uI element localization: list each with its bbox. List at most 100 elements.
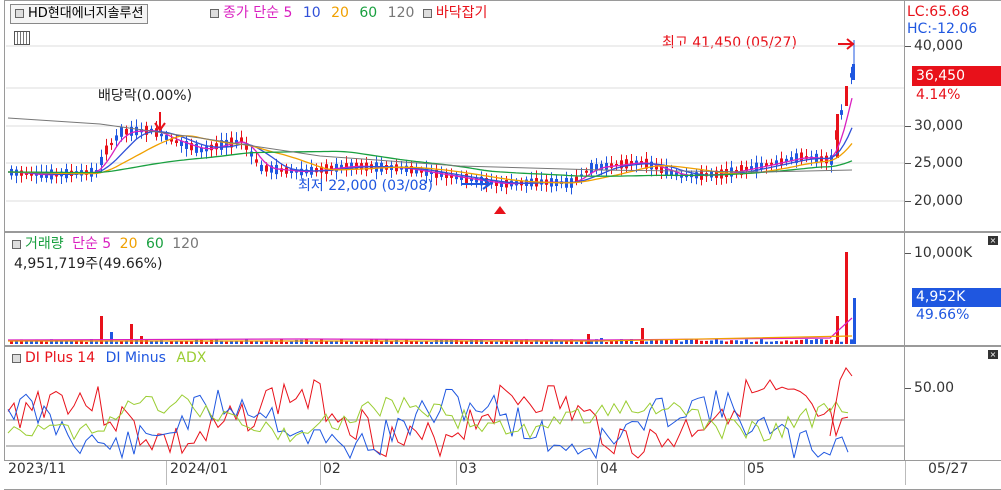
candle-body bbox=[160, 133, 163, 137]
volume-bar bbox=[675, 339, 678, 344]
volume-bar bbox=[405, 339, 408, 344]
volume-bar bbox=[95, 341, 98, 344]
candle-body bbox=[760, 162, 763, 170]
candle-body bbox=[115, 135, 118, 141]
candle-body bbox=[260, 164, 263, 172]
volume-bar bbox=[375, 339, 378, 344]
volume-bar bbox=[355, 341, 358, 344]
candle-body bbox=[110, 142, 113, 146]
candle-body bbox=[265, 165, 268, 172]
volume-bar bbox=[540, 341, 543, 344]
volume-bar bbox=[800, 339, 803, 344]
volume-bar bbox=[340, 339, 343, 344]
volume-bar bbox=[700, 340, 703, 344]
volume-bar bbox=[165, 341, 168, 344]
volume-bar bbox=[820, 339, 823, 344]
volume-bar bbox=[750, 341, 753, 344]
volume-bar bbox=[775, 341, 778, 344]
volume-bar bbox=[205, 341, 208, 344]
volume-bar bbox=[280, 339, 283, 344]
volume-bar bbox=[765, 341, 768, 344]
candle-body bbox=[255, 159, 258, 163]
volume-bar bbox=[235, 341, 238, 344]
candle-body bbox=[210, 144, 213, 151]
stock-chart-window: HD현대에너지솔루션 종가 단순 5 10 20 60 120 바닥잡기 배당락… bbox=[0, 0, 1001, 490]
volume-bar bbox=[500, 341, 503, 344]
volume-bar bbox=[740, 341, 743, 344]
volume-bar bbox=[715, 339, 718, 344]
volume-ma5-line bbox=[7, 317, 853, 341]
volume-bar bbox=[645, 341, 648, 344]
candle-body bbox=[625, 159, 628, 169]
volume-bar bbox=[690, 339, 693, 344]
volume-bar bbox=[575, 341, 578, 344]
volume-bar bbox=[420, 341, 423, 344]
candle-body bbox=[585, 170, 588, 173]
candle-body bbox=[650, 161, 653, 170]
volume-bar-spike bbox=[587, 334, 590, 344]
volume-bar bbox=[285, 341, 288, 344]
candle-body bbox=[105, 145, 108, 155]
volume-bar bbox=[135, 339, 138, 344]
volume-bar bbox=[730, 340, 733, 344]
volume-bar bbox=[725, 341, 728, 344]
volume-bar bbox=[170, 341, 173, 344]
volume-bar bbox=[275, 341, 278, 344]
volume-bar bbox=[735, 340, 738, 344]
volume-bar bbox=[515, 339, 518, 344]
volume-bar bbox=[255, 341, 258, 344]
volume-bar bbox=[185, 341, 188, 344]
volume-bar bbox=[485, 341, 488, 344]
volume-bar bbox=[345, 341, 348, 344]
candle-body bbox=[845, 86, 848, 106]
volume-bar-spike bbox=[641, 328, 644, 344]
chart-graphics bbox=[6, 38, 904, 460]
volume-bar bbox=[785, 340, 788, 344]
candle-body bbox=[852, 64, 855, 80]
candle-body bbox=[590, 163, 593, 173]
adx-line bbox=[7, 394, 849, 443]
volume-bar bbox=[825, 339, 828, 344]
volume-bar bbox=[425, 341, 428, 344]
volume-bar bbox=[770, 341, 773, 344]
volume-bar bbox=[320, 339, 323, 344]
candle-body bbox=[840, 110, 843, 115]
volume-bar bbox=[790, 341, 793, 344]
volume-bar bbox=[685, 339, 688, 344]
volume-bar bbox=[490, 341, 493, 344]
volume-bar bbox=[755, 341, 758, 344]
volume-bar bbox=[840, 341, 843, 344]
volume-ma20-line bbox=[8, 335, 853, 342]
volume-bar bbox=[720, 340, 723, 344]
volume-bar bbox=[290, 341, 293, 344]
candle-body bbox=[175, 140, 178, 144]
candle-body bbox=[100, 156, 103, 166]
volume-bar bbox=[115, 341, 118, 344]
volume-bar bbox=[815, 339, 818, 344]
volume-bar bbox=[150, 341, 153, 344]
volume-bar bbox=[410, 341, 413, 344]
di-plus-line-end bbox=[829, 367, 853, 437]
volume-bar bbox=[495, 341, 498, 344]
volume-bar bbox=[695, 339, 698, 344]
volume-bar bbox=[745, 339, 748, 344]
volume-bar bbox=[45, 341, 48, 344]
candle-body bbox=[605, 162, 608, 170]
volume-bar bbox=[505, 339, 508, 344]
volume-bar bbox=[830, 339, 833, 344]
volume-bar bbox=[335, 341, 338, 344]
candle-body bbox=[120, 127, 123, 137]
volume-bar bbox=[380, 341, 383, 344]
volume-bar bbox=[605, 341, 608, 344]
high-arrow-icon bbox=[838, 38, 855, 50]
volume-bar bbox=[680, 341, 683, 344]
volume-bar bbox=[780, 341, 783, 344]
candle-body bbox=[165, 135, 168, 140]
volume-bar bbox=[400, 341, 403, 344]
volume-bar bbox=[670, 339, 673, 344]
volume-bar bbox=[580, 341, 583, 344]
volume-bar bbox=[230, 341, 233, 344]
volume-bar bbox=[225, 341, 228, 344]
volume-bar bbox=[810, 340, 813, 344]
volume-bar bbox=[710, 340, 713, 344]
